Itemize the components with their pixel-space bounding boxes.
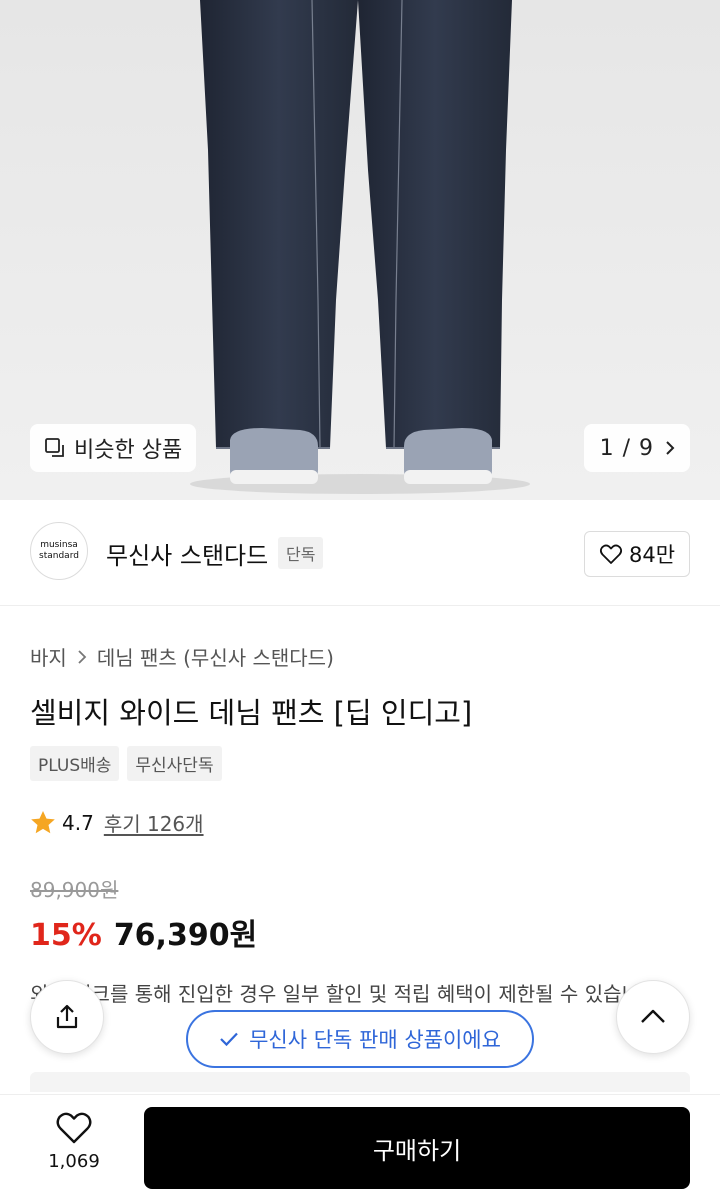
chevron-right-icon [666, 441, 675, 455]
buy-button[interactable]: 구매하기 [144, 1107, 690, 1189]
brand-logo-text-line2: standard [39, 551, 79, 561]
product-badges: PLUS배송 무신사단독 [30, 746, 230, 781]
similar-products-button[interactable]: 비슷한 상품 [30, 424, 197, 472]
breadcrumb-item[interactable]: 바지 [30, 642, 67, 671]
exclusive-product-pill: 무신사 단독 판매 상품이에요 [186, 1010, 534, 1068]
discount-rate: 15% [30, 918, 102, 953]
benefit-notice: 외부 링크를 통해 진입한 경우 일부 할인 및 적립 혜택이 제한될 수 있습… [30, 982, 665, 1006]
bottom-action-bar: 1,069 구매하기 [0, 1094, 720, 1200]
wishlist-count: 1,069 [48, 1151, 100, 1172]
rating: 4.7 후기 126개 [30, 808, 204, 837]
exclusive-product-label: 무신사 단독 판매 상품이에요 [249, 1028, 501, 1052]
breadcrumb: 바지 데님 팬츠 (무신사 스탠다드) [30, 642, 334, 671]
badge-plus-delivery: PLUS배송 [30, 746, 120, 781]
image-counter-button[interactable]: 1 / 9 [583, 424, 690, 472]
next-section-card [30, 1072, 690, 1092]
breadcrumb-item[interactable]: 데님 팬츠 (무신사 스탠다드) [97, 642, 334, 671]
brand-like-count: 84만 [628, 543, 676, 567]
wishlist-button[interactable]: 1,069 [34, 1111, 114, 1172]
reviews-link[interactable]: 후기 126개 [104, 808, 204, 837]
sale-price: 76,390원 [113, 918, 258, 953]
price-row: 15% 76,390원 [30, 910, 257, 954]
brand-name[interactable]: 무신사 스탠다드 [106, 536, 268, 571]
share-button[interactable] [30, 980, 104, 1054]
heart-icon [56, 1112, 92, 1144]
check-icon [220, 1032, 238, 1047]
brand-exclusive-tag: 단독 [278, 537, 324, 569]
product-title: 셀비지 와이드 데님 팬츠 [딥 인디고] [30, 696, 473, 730]
image-counter: 1 / 9 [599, 435, 654, 461]
badge-musinsa-exclusive: 무신사단독 [127, 746, 222, 781]
product-image[interactable]: 비슷한 상품 1 / 9 [0, 0, 720, 500]
star-icon [31, 811, 55, 834]
chevron-up-icon [641, 1009, 665, 1023]
original-price: 89,900원 [30, 878, 119, 902]
scroll-top-button[interactable] [616, 980, 690, 1054]
share-icon [56, 1004, 78, 1029]
heart-icon [599, 544, 622, 564]
chevron-right-icon [78, 649, 87, 664]
similar-products-label: 비슷한 상품 [74, 438, 183, 463]
brand-logo-text-line1: musinsa [40, 540, 78, 550]
brand-like-button[interactable]: 84만 [584, 531, 690, 577]
brand-logo[interactable]: musinsa standard [30, 522, 88, 580]
rating-score: 4.7 [62, 810, 94, 835]
copy-icon [45, 438, 64, 457]
